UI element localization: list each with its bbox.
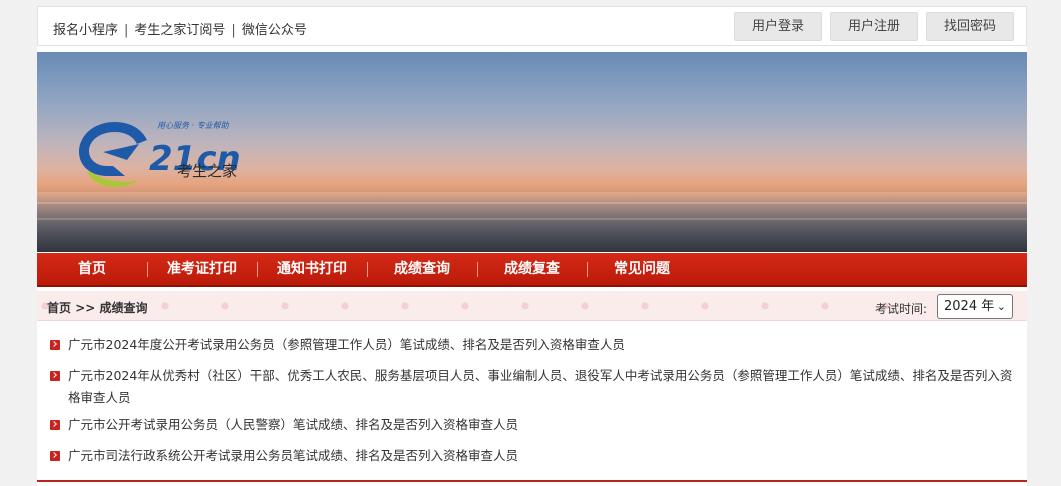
list-item[interactable]: 广元市2024年从优秀村（社区）干部、优秀工人农民、服务基层项目人员、事业编制人…	[37, 365, 1027, 409]
exam-time-label: 考试时间:	[875, 302, 928, 316]
banner-haze	[37, 192, 1027, 252]
login-button[interactable]: 用户登录	[733, 12, 822, 41]
register-button[interactable]: 用户注册	[829, 12, 918, 41]
list-item[interactable]: 广元市2024年度公开考试录用公务员（参照管理工作人员）笔试成绩、排名及是否列入…	[37, 334, 1027, 356]
nav-faq[interactable]: 常见问题	[587, 253, 697, 285]
list-item-title: 广元市2024年从优秀村（社区）干部、优秀工人农民、服务基层项目人员、事业编制人…	[68, 368, 1013, 405]
logo-slogan: 用心服务 · 专业帮助	[157, 121, 229, 130]
mini-program-link[interactable]: 报名小程序	[53, 23, 118, 38]
nav-admission-ticket[interactable]: 准考证打印	[147, 253, 257, 285]
main-nav: 首页 准考证打印 通知书打印 成绩查询 成绩复查 常见问题	[37, 253, 1027, 287]
nav-score-review[interactable]: 成绩复查	[477, 253, 587, 285]
account-buttons: 用户登录 用户注册 找回密码	[733, 12, 1014, 41]
separator: |	[124, 23, 129, 38]
top-bar: 报名小程序 | 考生之家订阅号 | 微信公众号 用户登录 用户注册 找回密码	[37, 6, 1027, 46]
logo-chinese-name: 考生之家	[177, 162, 238, 180]
recover-password-button[interactable]: 找回密码	[925, 12, 1014, 41]
top-links: 报名小程序 | 考生之家订阅号 | 微信公众号	[53, 19, 307, 38]
breadcrumb: 首页 >> 成绩查询	[47, 299, 148, 316]
list-item[interactable]: 广元市公开考试录用公务员（人民警察）笔试成绩、排名及是否列入资格审查人员	[37, 414, 1027, 436]
list-item-title: 广元市公开考试录用公务员（人民警察）笔试成绩、排名及是否列入资格审查人员	[68, 417, 519, 432]
banner: 21cn 用心服务 · 专业帮助 考生之家	[37, 52, 1027, 252]
page: 报名小程序 | 考生之家订阅号 | 微信公众号 用户登录 用户注册 找回密码 21cn …	[37, 6, 1027, 486]
bullet-icon	[50, 340, 60, 350]
list-item-title: 广元市司法行政系统公开考试录用公务员笔试成绩、排名及是否列入资格审查人员	[68, 448, 519, 463]
result-list: 广元市2024年度公开考试录用公务员（参照管理工作人员）笔试成绩、排名及是否列入…	[37, 334, 1027, 476]
chevron-down-icon: ⌄	[996, 300, 1006, 313]
nav-notice-print[interactable]: 通知书打印	[257, 253, 367, 285]
bottom-divider	[37, 480, 1027, 482]
list-item-title: 广元市2024年度公开考试录用公务员（参照管理工作人员）笔试成绩、排名及是否列入…	[68, 337, 625, 352]
list-item[interactable]: 广元市司法行政系统公开考试录用公务员笔试成绩、排名及是否列入资格审查人员	[37, 445, 1027, 467]
exam-year-select[interactable]: 2024 年 ⌄	[937, 294, 1013, 319]
wechat-official-link[interactable]: 微信公众号	[242, 23, 307, 38]
bullet-icon	[50, 420, 60, 430]
bullet-icon	[50, 371, 60, 381]
nav-score-query[interactable]: 成绩查询	[367, 253, 477, 285]
breadcrumb-bar: 首页 >> 成绩查询 考试时间: 2024 年 ⌄	[37, 291, 1027, 321]
nav-home[interactable]: 首页	[37, 253, 147, 285]
subscription-link[interactable]: 考生之家订阅号	[134, 23, 225, 38]
breadcrumb-arrow: >>	[75, 301, 96, 315]
breadcrumb-home[interactable]: 首页	[47, 301, 71, 315]
bullet-icon	[50, 451, 60, 461]
breadcrumb-current: 成绩查询	[99, 301, 148, 315]
exam-year-value: 2024 年	[944, 299, 995, 314]
separator: |	[231, 23, 236, 38]
